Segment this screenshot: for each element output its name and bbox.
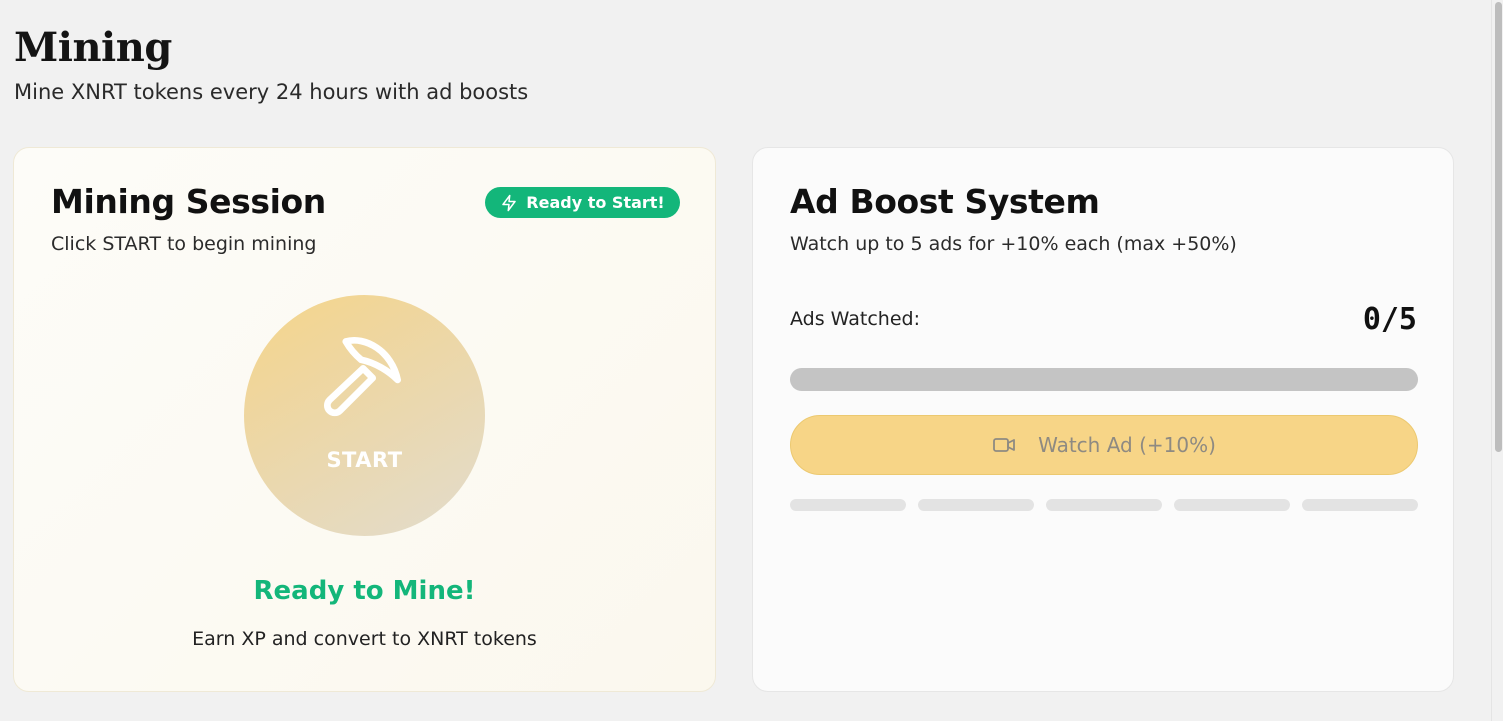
status-badge-label: Ready to Start! <box>526 193 665 212</box>
ad-boost-title: Ad Boost System <box>790 182 1100 221</box>
mining-session-card: Mining Session Click START to begin mini… <box>13 147 716 692</box>
lightning-icon <box>502 194 517 211</box>
ad-segment <box>1046 499 1162 511</box>
ads-progress-bar <box>790 368 1418 391</box>
ad-segment <box>1174 499 1290 511</box>
mining-session-subtitle: Click START to begin mining <box>51 233 317 255</box>
pickaxe-icon <box>323 336 401 416</box>
ad-boost-card: Ad Boost System Watch up to 5 ads for +1… <box>752 147 1454 692</box>
status-badge: Ready to Start! <box>485 187 680 218</box>
mining-session-title: Mining Session <box>51 182 326 221</box>
mining-status-text: Ready to Mine! <box>253 576 476 606</box>
start-mining-button[interactable]: START <box>244 295 485 536</box>
page-scrollbar[interactable] <box>1491 0 1503 721</box>
ad-segment <box>1302 499 1418 511</box>
ads-watched-label: Ads Watched: <box>790 308 920 330</box>
page-subtitle: Mine XNRT tokens every 24 hours with ad … <box>14 80 529 104</box>
ads-watched-count: 0/5 <box>1362 302 1417 337</box>
ad-segment <box>790 499 906 511</box>
watch-ad-label: Watch Ad (+10%) <box>1038 433 1216 457</box>
ad-segment <box>918 499 1034 511</box>
scrollbar-thumb[interactable] <box>1495 2 1502 452</box>
start-label: START <box>326 447 403 472</box>
ad-segments <box>790 499 1418 511</box>
video-camera-icon <box>993 438 1015 452</box>
watch-ad-button[interactable]: Watch Ad (+10%) <box>790 415 1418 475</box>
ad-boost-subtitle: Watch up to 5 ads for +10% each (max +50… <box>790 233 1237 255</box>
mining-info-text: Earn XP and convert to XNRT tokens <box>192 628 537 650</box>
page-title: Mining <box>14 24 172 71</box>
